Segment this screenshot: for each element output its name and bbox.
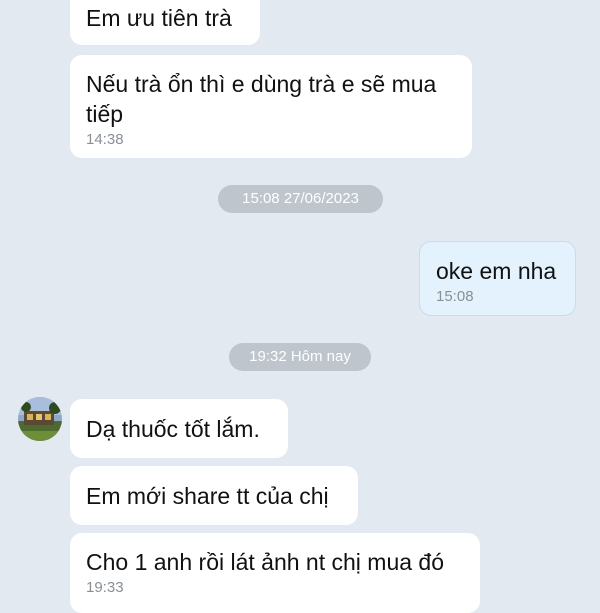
contact-avatar-landscape-icon	[18, 397, 62, 441]
message-bubble-incoming[interactable]: Dạ thuốc tốt lắm.	[70, 399, 288, 458]
message-text: Em ưu tiên trà	[86, 5, 232, 31]
message-timestamp: 15:08	[436, 288, 474, 305]
message-text: Cho 1 anh rồi lát ảnh nt chị mua đó	[86, 549, 445, 575]
date-divider: 19:32 Hôm nay	[229, 343, 371, 371]
message-bubble-incoming[interactable]: Nếu trà ổn thì e dùng trà e sẽ mua tiếp …	[70, 55, 472, 158]
message-bubble-incoming[interactable]: Cho 1 anh rồi lát ảnh nt chị mua đó 19:3…	[70, 533, 480, 613]
message-bubble-incoming[interactable]: Em ưu tiên trà	[70, 0, 260, 45]
message-text: Em mới share tt của chị	[86, 483, 329, 509]
message-timestamp: 19:33	[86, 579, 124, 596]
message-timestamp: 14:38	[86, 131, 124, 148]
date-divider-label: 19:32 Hôm nay	[249, 348, 351, 365]
date-divider-label: 15:08 27/06/2023	[242, 190, 359, 207]
chat-message-list[interactable]: Em ưu tiên trà Nếu trà ổn thì e dùng trà…	[0, 0, 600, 613]
message-bubble-outgoing[interactable]: oke em nha 15:08	[419, 241, 576, 316]
message-text: oke em nha	[436, 258, 557, 284]
contact-avatar[interactable]	[18, 397, 62, 441]
message-text: Dạ thuốc tốt lắm.	[86, 416, 260, 442]
message-text: Nếu trà ổn thì e dùng trà e sẽ mua tiếp	[86, 71, 443, 127]
date-divider: 15:08 27/06/2023	[218, 185, 383, 213]
message-bubble-incoming[interactable]: Em mới share tt của chị	[70, 466, 358, 525]
